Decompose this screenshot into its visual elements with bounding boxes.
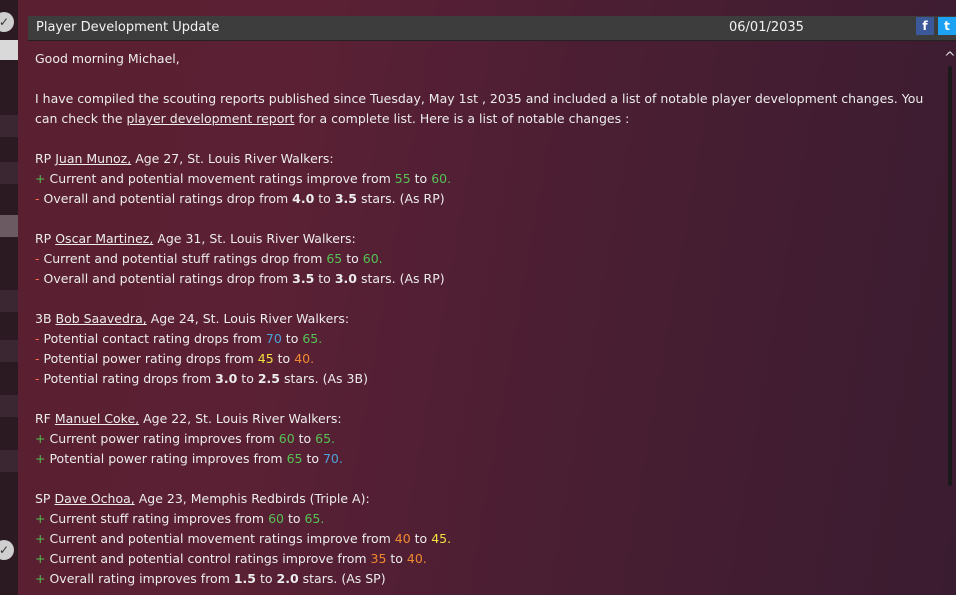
- change-line: - Overall and potential ratings drop fro…: [35, 271, 445, 286]
- new-value: 65.: [302, 331, 323, 346]
- player-name-link[interactable]: Manuel Coke,: [55, 411, 139, 426]
- sidebar-tab[interactable]: [0, 340, 18, 362]
- intro-line-2: can check the player development report …: [35, 111, 630, 126]
- sidebar-tab[interactable]: [0, 162, 18, 184]
- scroll-up-icon[interactable]: ^: [944, 50, 956, 66]
- old-value: 60: [268, 511, 284, 526]
- check-icon[interactable]: ✓: [0, 12, 14, 32]
- change-sign: +: [35, 551, 46, 566]
- change-line: + Current stuff rating improves from 60 …: [35, 511, 325, 526]
- player-header: RF Manuel Coke, Age 22, St. Louis River …: [35, 411, 342, 426]
- old-value: 1.5: [233, 571, 257, 586]
- old-value: 3.5: [292, 271, 315, 286]
- change-sign: -: [35, 251, 40, 266]
- player-name-link[interactable]: Dave Ochoa,: [54, 491, 134, 506]
- left-sidebar: ✓ ✓: [0, 0, 18, 595]
- new-value: 40.: [406, 551, 427, 566]
- change-sign: +: [35, 531, 46, 546]
- message-date: 06/01/2035: [729, 20, 804, 35]
- old-value: 60: [278, 431, 295, 446]
- player-header: 3B Bob Saavedra, Age 24, St. Louis River…: [35, 311, 350, 326]
- old-value: 35: [370, 551, 387, 566]
- old-value: 4.0: [292, 191, 315, 206]
- new-value: 60.: [431, 171, 452, 186]
- check-icon[interactable]: ✓: [0, 540, 14, 560]
- change-line: + Potential power rating improves from 6…: [35, 451, 343, 466]
- old-value: 65: [286, 451, 303, 466]
- sidebar-tab[interactable]: [0, 450, 18, 472]
- new-value: 60.: [362, 251, 383, 266]
- change-sign: +: [35, 511, 46, 526]
- new-value: 65.: [304, 511, 325, 526]
- greeting: Good morning Michael,: [35, 51, 180, 66]
- change-sign: +: [35, 171, 46, 186]
- change-line: - Potential power rating drops from 45 t…: [35, 351, 315, 366]
- change-line: + Current and potential movement ratings…: [35, 171, 452, 186]
- new-value: 45.: [431, 531, 452, 546]
- player-header: RP Oscar Martinez, Age 31, St. Louis Riv…: [35, 231, 356, 246]
- change-line: - Current and potential stuff ratings dr…: [35, 251, 383, 266]
- new-value: 70.: [322, 451, 343, 466]
- change-line: - Potential rating drops from 3.0 to 2.5…: [35, 371, 368, 386]
- message-title-bar: Player Development Update 06/01/2035: [28, 16, 956, 41]
- old-value: 3.0: [215, 371, 238, 386]
- new-value: 3.5: [334, 191, 357, 206]
- new-value: 40.: [294, 351, 315, 366]
- player-header: RP Juan Munoz, Age 27, St. Louis River W…: [35, 151, 334, 166]
- old-value: 70: [265, 331, 282, 346]
- player-header: SP Dave Ochoa, Age 23, Memphis Redbirds …: [35, 491, 370, 506]
- change-sign: -: [35, 371, 40, 386]
- change-line: - Potential contact rating drops from 70…: [35, 331, 323, 346]
- sidebar-tab[interactable]: [0, 290, 18, 312]
- intro-line-1: I have compiled the scouting reports pub…: [35, 91, 924, 106]
- change-line: - Overall and potential ratings drop fro…: [35, 191, 445, 206]
- old-value: 55: [394, 171, 411, 186]
- change-sign: -: [35, 191, 40, 206]
- player-name-link[interactable]: Bob Saavedra,: [56, 311, 147, 326]
- change-sign: -: [35, 331, 40, 346]
- change-sign: -: [35, 351, 40, 366]
- scrollbar[interactable]: [948, 66, 952, 486]
- change-line: + Current and potential movement ratings…: [35, 531, 452, 546]
- new-value: 3.0: [334, 271, 357, 286]
- change-sign: -: [35, 271, 40, 286]
- change-line: + Overall rating improves from 1.5 to 2.…: [35, 571, 386, 586]
- new-value: 2.5: [257, 371, 280, 386]
- twitter-share-icon[interactable]: t: [938, 17, 956, 35]
- change-line: + Current power rating improves from 60 …: [35, 431, 336, 446]
- change-sign: +: [35, 451, 46, 466]
- player-name-link[interactable]: Juan Munoz,: [55, 151, 131, 166]
- new-value: 2.0: [276, 571, 299, 586]
- sidebar-tab[interactable]: [0, 115, 18, 137]
- player-development-report-link[interactable]: player development report: [127, 111, 295, 126]
- sidebar-tab[interactable]: [0, 395, 18, 417]
- change-sign: +: [35, 431, 46, 446]
- facebook-share-icon[interactable]: f: [916, 17, 934, 35]
- old-value: 65: [326, 251, 343, 266]
- sidebar-tab[interactable]: [0, 40, 18, 60]
- player-name-link[interactable]: Oscar Martinez,: [55, 231, 153, 246]
- change-sign: +: [35, 571, 46, 586]
- old-value: 40: [394, 531, 411, 546]
- change-line: + Current and potential control ratings …: [35, 551, 427, 566]
- message-title: Player Development Update: [36, 20, 220, 35]
- message-body: Good morning Michael, I have compiled th…: [35, 49, 930, 589]
- new-value: 65.: [315, 431, 336, 446]
- sidebar-tab[interactable]: [0, 215, 18, 237]
- old-value: 45: [257, 351, 274, 366]
